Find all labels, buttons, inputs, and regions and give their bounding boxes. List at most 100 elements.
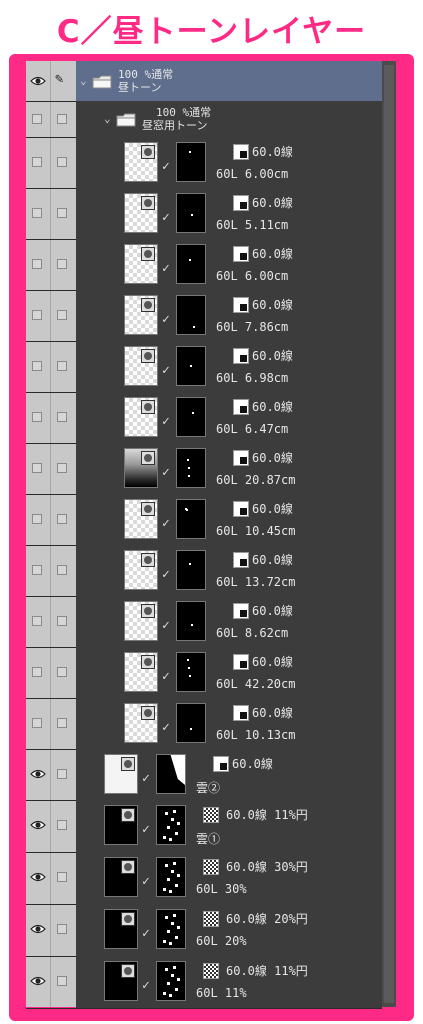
tone-density: 60.0線 30%円 <box>226 860 308 874</box>
lock-toggle[interactable] <box>57 259 67 269</box>
lock-toggle[interactable] <box>57 667 67 677</box>
lock-toggle[interactable] <box>57 361 67 371</box>
visibility-toggle[interactable] <box>32 412 42 422</box>
linked-check-icon: ✓ <box>162 516 170 531</box>
folder-name: 昼窓用トーン <box>142 119 208 132</box>
layer-thumbnail <box>124 142 158 182</box>
layer-name: 60L 5.11cm <box>216 218 289 232</box>
layer-mask-thumbnail <box>176 244 206 284</box>
mask-speck <box>192 412 194 414</box>
layer-folder-row[interactable]: ⌄ 100 %通常 昼窓用トーン <box>26 101 382 138</box>
tone-layer-row[interactable]: ✓ 60.0線 11%円 60L 11% <box>26 956 382 1009</box>
tone-layer-row[interactable]: ✓ 60.0線 20%円 60L 20% <box>26 904 382 957</box>
visibility-eye-icon[interactable] <box>30 820 46 830</box>
tone-badge-icon <box>141 604 155 618</box>
linked-check-icon: ✓ <box>162 669 170 684</box>
layer-folder-row[interactable]: ✎ ⌄ 100 %通常 昼トーン <box>26 61 382 102</box>
tone-layer-row[interactable]: ✓ 60.0線 60L 6.00cm <box>26 239 382 291</box>
tone-layer-row[interactable]: ✓ 60.0線 60L 6.47cm <box>26 392 382 444</box>
lock-toggle[interactable] <box>57 514 67 524</box>
tone-density: 60.0線 <box>252 298 293 312</box>
mask-speck <box>171 922 174 925</box>
mask-speck <box>175 936 178 939</box>
visibility-toggle[interactable] <box>32 667 42 677</box>
layer-thumbnail <box>124 448 158 488</box>
lock-toggle[interactable] <box>57 565 67 575</box>
lock-toggle[interactable] <box>57 157 67 167</box>
layer-name: 60L 42.20cm <box>216 677 296 691</box>
mask-speck <box>177 926 180 929</box>
tone-layer-row[interactable]: ✓ 60.0線 11%円 雲① <box>26 800 382 853</box>
tone-density: 60.0線 <box>252 451 293 465</box>
layer-thumbnail <box>104 961 138 1001</box>
scrollbar[interactable] <box>382 61 396 1007</box>
visibility-toggle[interactable] <box>32 463 42 473</box>
tone-layer-row[interactable]: ✓ 60.0線 30%円 60L 30% <box>26 852 382 905</box>
mask-speck <box>187 459 189 461</box>
mask-speck <box>188 475 190 477</box>
tone-layer-row[interactable]: ✓ 60.0線 60L 7.86cm <box>26 290 382 342</box>
visibility-eye-icon[interactable] <box>30 924 46 934</box>
tone-layer-row[interactable]: ✓ 60.0線 60L 10.45cm <box>26 494 382 546</box>
linked-check-icon: ✓ <box>142 771 150 786</box>
mask-speck <box>165 812 168 815</box>
tone-layer-row[interactable]: ✓ 60.0線 60L 6.00cm <box>26 137 382 189</box>
visibility-toggle[interactable] <box>32 114 42 124</box>
lock-toggle[interactable] <box>57 924 67 934</box>
visibility-toggle[interactable] <box>32 718 42 728</box>
chevron-down-icon[interactable]: ⌄ <box>104 112 111 125</box>
lock-toggle[interactable] <box>57 718 67 728</box>
lock-toggle[interactable] <box>57 463 67 473</box>
visibility-eye-icon[interactable] <box>30 769 46 779</box>
lock-toggle[interactable] <box>57 872 67 882</box>
tone-layer-row[interactable]: ✓ 60.0線 雲② <box>26 749 382 801</box>
tone-layer-row[interactable]: ✓ 60.0線 60L 10.13cm <box>26 698 382 750</box>
visibility-toggle[interactable] <box>32 208 42 218</box>
tone-badge-icon <box>141 145 155 159</box>
tone-layer-row[interactable]: ✓ 60.0線 60L 20.87cm <box>26 443 382 495</box>
mask-speck <box>171 870 174 873</box>
mask-speck <box>169 942 172 945</box>
lock-toggle[interactable] <box>57 412 67 422</box>
tone-layer-row[interactable]: ✓ 60.0線 60L 5.11cm <box>26 188 382 240</box>
visibility-toggle[interactable] <box>32 361 42 371</box>
lock-toggle[interactable] <box>57 114 67 124</box>
visibility-toggle[interactable] <box>32 259 42 269</box>
visibility-toggle[interactable] <box>32 310 42 320</box>
visibility-toggle[interactable] <box>32 514 42 524</box>
tone-layer-row[interactable]: ✓ 60.0線 60L 13.72cm <box>26 545 382 597</box>
visibility-toggle[interactable] <box>32 157 42 167</box>
tone-layer-row[interactable]: ✓ 60.0線 60L 42.20cm <box>26 647 382 699</box>
visibility-toggle[interactable] <box>32 565 42 575</box>
layer-name: 雲② <box>196 781 221 795</box>
mask-speck <box>167 982 170 985</box>
visibility-eye-icon[interactable] <box>30 872 46 882</box>
mask-speck <box>189 151 191 153</box>
tone-badge-icon <box>141 196 155 210</box>
tone-icon <box>233 450 249 466</box>
tone-icon <box>233 552 249 568</box>
edit-pen-icon[interactable]: ✎ <box>55 71 63 87</box>
scrollbar-thumb[interactable] <box>384 65 394 1003</box>
lock-toggle[interactable] <box>57 310 67 320</box>
layer-name: 60L 6.47cm <box>216 422 289 436</box>
chevron-down-icon[interactable]: ⌄ <box>80 74 87 87</box>
visibility-eye-icon[interactable] <box>30 976 46 986</box>
visibility-eye-icon[interactable] <box>30 76 46 86</box>
tone-icon <box>233 195 249 211</box>
tone-layer-row[interactable]: ✓ 60.0線 60L 6.98cm <box>26 341 382 393</box>
lock-toggle[interactable] <box>57 769 67 779</box>
lock-toggle[interactable] <box>57 976 67 986</box>
visibility-toggle[interactable] <box>32 616 42 626</box>
layer-thumbnail <box>104 754 138 794</box>
folder-icon <box>92 74 112 89</box>
layer-thumbnail <box>124 295 158 335</box>
lock-toggle[interactable] <box>57 820 67 830</box>
lock-toggle[interactable] <box>57 208 67 218</box>
layer-mask-thumbnail <box>176 550 206 590</box>
mask-speck <box>177 978 180 981</box>
tone-layer-row[interactable]: ✓ 60.0線 60L 8.62cm <box>26 596 382 648</box>
lock-toggle[interactable] <box>57 616 67 626</box>
mask-speck <box>169 994 172 997</box>
linked-check-icon: ✓ <box>142 822 150 837</box>
